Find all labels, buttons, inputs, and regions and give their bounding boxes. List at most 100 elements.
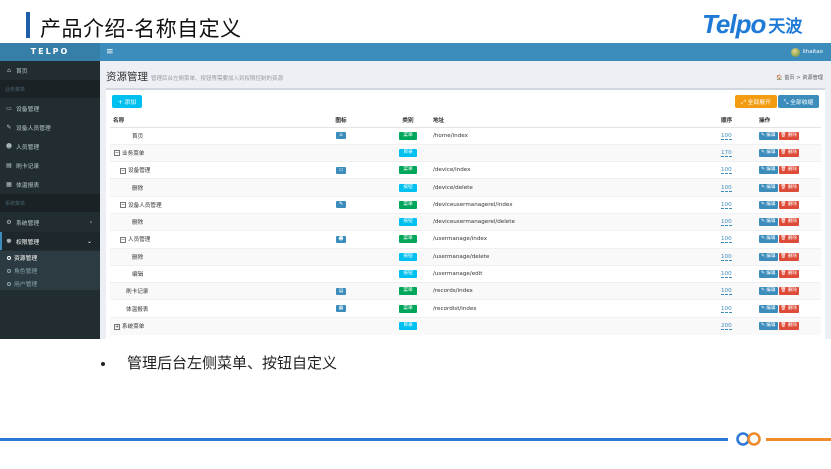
table-row: − 业务菜单 目录 170 ✎ 编辑 🗑 删除 — [110, 143, 821, 162]
resource-name: 设备人员管理 — [128, 202, 162, 209]
chevron-icon: ‹ — [89, 218, 92, 226]
order-editable[interactable]: 100 — [721, 184, 732, 192]
delete-button[interactable]: 🗑 删除 — [778, 200, 799, 209]
card-icon: ▤ — [6, 161, 12, 169]
sidebar-item[interactable]: ✎ 设备人员管理 — [0, 118, 100, 136]
resource-name: 业务菜单 — [122, 150, 145, 157]
page-title: 资源管理 管理后台左侧菜单、按钮等需要加入到权限控制的资源 — [106, 69, 283, 84]
icon-cell — [296, 143, 386, 162]
sidebar: ⌂ 首页 业务菜单 ▭ 设备管理 ✎ 设备人员管理 ☻ 人员管理 ▤ 刷卡记录 ▦ 体温报表 系统菜单 ⚙ 系… — [0, 61, 100, 339]
actions-cell: ✎ 编辑 🗑 删除 — [756, 212, 821, 231]
add-button[interactable]: + 添加 — [112, 95, 142, 108]
tree-toggle-icon[interactable]: − — [120, 236, 126, 243]
edit-button[interactable]: ✎ 编辑 — [759, 304, 778, 313]
edit-button[interactable]: ✎ 编辑 — [759, 131, 778, 140]
monitor-icon: ▭ — [6, 104, 12, 112]
edit-button[interactable]: ✎ 编辑 — [759, 235, 778, 244]
type-cell: 菜单 — [386, 126, 430, 145]
expand-all-button[interactable]: ⤢ 全部展开 — [735, 95, 777, 108]
sidebar-item[interactable]: ▤ 刷卡记录 — [0, 156, 100, 174]
delete-button[interactable]: 🗑 删除 — [778, 304, 799, 313]
tree-toggle-icon[interactable]: + — [114, 323, 120, 330]
delete-button[interactable]: 🗑 删除 — [778, 322, 799, 331]
order-editable[interactable]: 100 — [721, 236, 732, 244]
user-menu[interactable]: lihaitao — [790, 46, 823, 58]
delete-button[interactable]: 🗑 删除 — [778, 270, 799, 279]
actions-cell: ✎ 编辑 🗑 删除 — [756, 195, 821, 214]
table-row: − 设备管理 ▭ 菜单/device/index 100 ✎ 编辑 🗑 删除 — [110, 161, 821, 179]
resource-name: 设备管理 — [128, 168, 151, 175]
wrench-icon: ✎ — [336, 201, 346, 209]
icon-cell — [296, 247, 386, 266]
actions-cell: ✎ 编辑 🗑 删除 — [756, 247, 821, 266]
delete-button[interactable]: 🗑 删除 — [778, 131, 799, 140]
order-editable[interactable]: 100 — [721, 253, 732, 261]
order-editable[interactable]: 100 — [721, 219, 732, 227]
sidebar-subitem[interactable]: 用户管理 — [0, 277, 100, 290]
delete-button[interactable]: 🗑 删除 — [778, 183, 799, 192]
brand-logo[interactable]: TELPO — [0, 43, 100, 61]
edit-button[interactable]: ✎ 编辑 — [759, 252, 778, 261]
edit-button[interactable]: ✎ 编辑 — [759, 166, 778, 175]
sidebar-item[interactable]: ⚙ 系统管理 ‹ — [0, 213, 100, 231]
delete-button[interactable]: 🗑 删除 — [778, 166, 799, 175]
order-editable[interactable]: 200 — [721, 323, 732, 331]
sidebar-item[interactable]: ☻ 人员管理 — [0, 137, 100, 155]
order-editable[interactable]: 100 — [721, 288, 732, 296]
sidebar-item-label: 业务菜单 — [5, 86, 26, 93]
delete-button[interactable]: 🗑 删除 — [778, 235, 799, 244]
collapse-all-button[interactable]: ⤡ 全部收缩 — [778, 95, 819, 108]
sidebar-toggle-icon[interactable]: ≡ — [106, 46, 114, 58]
type-badge: 菜单 — [399, 235, 417, 244]
table-body: 首页 ⌂ 菜单/home/index 100 ✎ 编辑 🗑 删除 − 业务菜单 目录 170 ✎ 编… — [110, 126, 821, 335]
resource-name: 人员管理 — [128, 237, 151, 244]
edit-button[interactable]: ✎ 编辑 — [759, 200, 778, 209]
type-badge: 菜单 — [399, 287, 417, 296]
order-editable[interactable]: 100 — [721, 132, 732, 140]
sidebar-item-label: 权限管理 — [16, 239, 40, 246]
column-header: 操作 — [756, 114, 821, 128]
edit-button[interactable]: ✎ 编辑 — [759, 270, 778, 279]
delete-button[interactable]: 🗑 删除 — [778, 148, 799, 157]
url-cell — [430, 316, 718, 335]
footer-rings-icon — [736, 432, 761, 446]
table-row: − 人员管理 ☻ 菜单/usermanage/index 100 ✎ 编辑 🗑 删除 — [110, 230, 821, 249]
breadcrumb[interactable]: 🏠 首页 > 资源管理 — [776, 74, 823, 81]
tree-toggle-icon[interactable]: − — [120, 202, 126, 209]
order-editable[interactable]: 170 — [721, 149, 732, 157]
edit-button[interactable]: ✎ 编辑 — [759, 287, 778, 296]
sidebar-item[interactable]: ▭ 设备管理 — [0, 99, 100, 117]
resource-name: 删除 — [132, 220, 144, 227]
name-cell: 编辑 — [110, 264, 296, 283]
order-editable[interactable]: 100 — [721, 167, 732, 175]
delete-button[interactable]: 🗑 删除 — [778, 252, 799, 261]
edit-button[interactable]: ✎ 编辑 — [759, 218, 778, 227]
sidebar-item-label: 系统管理 — [16, 220, 40, 227]
type-cell: 菜单 — [386, 282, 430, 300]
sidebar-item[interactable]: ▦ 体温报表 — [0, 175, 100, 193]
edit-button[interactable]: ✎ 编辑 — [759, 183, 778, 192]
sidebar-item[interactable]: ⌂ 首页 — [0, 61, 100, 79]
order-editable[interactable]: 100 — [721, 305, 732, 313]
url-cell — [430, 143, 718, 162]
name-cell: − 设备人员管理 — [110, 195, 296, 214]
delete-button[interactable]: 🗑 删除 — [778, 287, 799, 296]
order-editable[interactable]: 100 — [721, 201, 732, 209]
delete-button[interactable]: 🗑 删除 — [778, 218, 799, 227]
bullet-point: 管理后台左侧菜单、按钮自定义 — [101, 352, 337, 373]
sidebar-subitem[interactable]: 角色管理 — [0, 264, 100, 277]
edit-button[interactable]: ✎ 编辑 — [759, 148, 778, 157]
sidebar-item[interactable]: ☸ 权限管理 ⌄ — [0, 232, 100, 250]
logo-text-en: Telpo — [702, 8, 766, 39]
edit-button[interactable]: ✎ 编辑 — [759, 322, 778, 331]
order-editable[interactable]: 100 — [721, 271, 732, 279]
resource-table: 名称 图标 类别 地址 顺序 操作 首页 ⌂ 菜单/home/index 100 ✎ 编辑 🗑 删除… — [110, 114, 821, 335]
tree-toggle-icon[interactable]: − — [114, 150, 120, 157]
circle-icon — [7, 255, 11, 260]
sidebar-subitem[interactable]: 资源管理 — [0, 251, 100, 264]
icon-cell: ✎ — [296, 195, 386, 214]
table-row: 刷卡记录 ▤ 菜单/records/index 100 ✎ 编辑 🗑 删除 — [110, 282, 821, 300]
table-row: 删除 按钮/device/delete 100 ✎ 编辑 🗑 删除 — [110, 178, 821, 197]
tree-toggle-icon[interactable]: − — [120, 167, 126, 174]
sidebar-header: 业务菜单 — [0, 80, 100, 98]
